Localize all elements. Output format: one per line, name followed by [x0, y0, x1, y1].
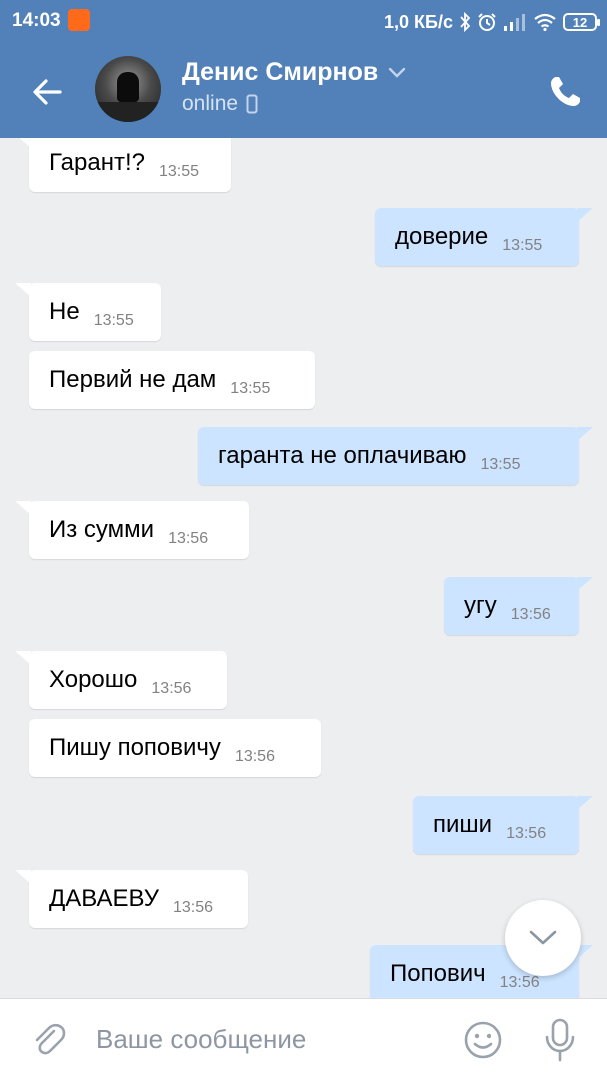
paperclip-icon	[35, 1023, 66, 1055]
alarm-icon	[477, 12, 497, 32]
message-time: 13:56	[151, 680, 192, 697]
message-incoming[interactable]: Первий не дам 13:55	[29, 351, 315, 409]
message-text: Хорошо	[49, 666, 138, 693]
network-speed: 1,0 КБ/с	[384, 11, 453, 32]
message-time: 13:56	[172, 899, 213, 916]
message-text: ДАВАЕВУ	[49, 885, 159, 912]
message-time: 13:56	[510, 606, 551, 623]
message-outgoing[interactable]: доверие 13:55	[375, 208, 593, 266]
chevron-down-icon	[389, 67, 406, 78]
signal-icon	[503, 13, 527, 31]
message-list[interactable]: Гарант!? 13:55 доверие 13:55 Не 13:55 Пе…	[0, 138, 607, 998]
message-text: пиши	[433, 811, 493, 838]
microphone-button[interactable]	[540, 1017, 580, 1063]
message-incoming[interactable]: Гарант!? 13:55	[15, 138, 231, 192]
message-text: Попович	[390, 960, 486, 987]
message-time: 13:56	[506, 825, 547, 842]
message-time: 13:55	[93, 312, 134, 329]
message-time: 13:55	[230, 380, 271, 397]
message-incoming[interactable]: Не 13:55	[15, 283, 161, 341]
back-button[interactable]	[26, 70, 70, 114]
message-time: 13:56	[234, 748, 275, 765]
message-text: Не	[49, 298, 80, 325]
message-time: 13:55	[502, 237, 543, 254]
arrow-left-icon	[33, 79, 62, 105]
message-composer	[0, 998, 607, 1080]
message-text: Гарант!?	[49, 149, 145, 176]
attach-button[interactable]	[28, 1019, 68, 1059]
message-text: Пишу поповичу	[49, 734, 221, 761]
contact-avatar[interactable]	[95, 56, 161, 122]
wifi-icon	[533, 13, 557, 31]
message-time: 13:56	[499, 974, 540, 991]
message-outgoing[interactable]: пиши 13:56	[413, 796, 593, 854]
battery-level: 12	[572, 14, 588, 30]
battery-indicator: 12	[563, 13, 600, 31]
message-incoming[interactable]: Из сумми 13:56	[15, 501, 249, 559]
microphone-icon	[545, 1018, 575, 1062]
notification-icon	[68, 9, 90, 31]
message-text: гаранта не оплачиваю	[218, 442, 467, 469]
phone-icon	[551, 77, 580, 106]
status-time: 14:03	[12, 10, 61, 31]
status-indicators: 1,0 КБ/с 12	[384, 9, 600, 35]
scroll-to-bottom-button[interactable]	[505, 900, 581, 976]
chat-header: Денис Смирнов online	[0, 44, 607, 138]
message-text: Первий не дам	[49, 366, 217, 393]
chevron-down-icon	[529, 930, 557, 945]
call-button[interactable]	[545, 72, 585, 112]
emoji-button[interactable]	[462, 1019, 504, 1061]
message-time: 13:55	[158, 163, 199, 180]
contact-name-button[interactable]: Денис Смирнов	[182, 58, 406, 87]
message-incoming[interactable]: ДАВАЕВУ 13:56	[15, 870, 248, 928]
message-input[interactable]	[96, 1017, 436, 1061]
status-bar: 14:03 1,0 КБ/с 12	[0, 0, 607, 44]
message-outgoing[interactable]: гаранта не оплачиваю 13:55	[198, 427, 593, 485]
contact-status: online	[182, 92, 258, 116]
bluetooth-icon	[459, 12, 471, 32]
mobile-device-icon	[246, 94, 258, 114]
message-incoming[interactable]: Пишу поповичу 13:56	[29, 719, 321, 777]
smile-icon	[464, 1021, 502, 1059]
message-text: доверие	[395, 223, 489, 250]
contact-name: Денис Смирнов	[182, 58, 379, 86]
message-time: 13:55	[480, 456, 521, 473]
online-status: online	[182, 92, 239, 115]
message-incoming[interactable]: Хорошо 13:56	[15, 651, 227, 709]
message-text: угу	[464, 592, 497, 619]
message-time: 13:56	[168, 530, 209, 547]
message-outgoing[interactable]: угу 13:56	[444, 577, 593, 635]
message-text: Из сумми	[49, 516, 155, 543]
